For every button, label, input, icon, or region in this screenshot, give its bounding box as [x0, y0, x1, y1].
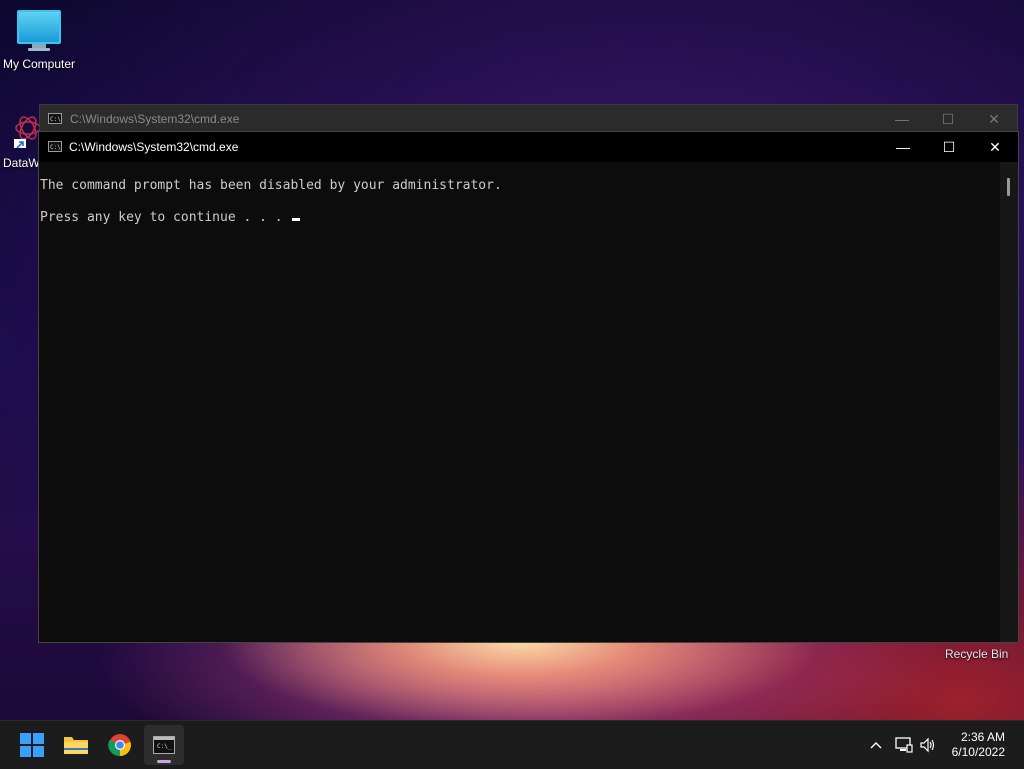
volume-button[interactable]: [916, 721, 940, 769]
cmd-icon: C:\_: [153, 736, 175, 754]
dataw-app-icon: [14, 116, 41, 151]
text-cursor: [292, 218, 301, 221]
file-explorer-button[interactable]: [56, 725, 96, 765]
speaker-icon: [920, 737, 935, 753]
active-indicator: [157, 760, 171, 763]
window-title: C:\Windows\System32\cmd.exe: [70, 112, 240, 126]
cmd-taskbar-button[interactable]: C:\_: [144, 725, 184, 765]
network-button[interactable]: [892, 721, 916, 769]
windows-logo-icon: [20, 733, 44, 757]
taskbar: C:\_ 2:36 AM 6/10/2022: [0, 720, 1024, 769]
cmd-icon: C:\: [48, 141, 62, 152]
console-output[interactable]: The command prompt has been disabled by …: [39, 162, 1000, 642]
window-title: C:\Windows\System32\cmd.exe: [69, 140, 239, 154]
close-button[interactable]: ✕: [972, 133, 1018, 161]
chevron-up-icon: [870, 742, 882, 749]
minimize-button[interactable]: —: [880, 133, 926, 161]
show-hidden-icons-button[interactable]: [864, 721, 888, 769]
chrome-button[interactable]: [100, 725, 140, 765]
desktop-icon-my-computer[interactable]: My Computer: [0, 10, 78, 71]
network-icon: [895, 737, 913, 753]
cmd-window-background[interactable]: C:\ C:\Windows\System32\cmd.exe — ☐ ✕: [39, 104, 1018, 134]
start-button[interactable]: [12, 725, 52, 765]
cmd-window[interactable]: C:\ C:\Windows\System32\cmd.exe — ☐ ✕ Th…: [38, 131, 1019, 643]
desktop-icon-label: My Computer: [2, 57, 76, 71]
cmd-icon: C:\: [48, 113, 62, 124]
console-line: Press any key to continue . . .: [40, 210, 301, 225]
scrollbar-thumb[interactable]: [1007, 178, 1010, 196]
title-bar[interactable]: C:\ C:\Windows\System32\cmd.exe — ☐ ✕: [39, 132, 1018, 162]
monitor-icon: [0, 10, 78, 51]
recycle-bin-label[interactable]: Recycle Bin: [945, 647, 1008, 661]
clock[interactable]: 2:36 AM 6/10/2022: [952, 730, 1005, 760]
desktop-icon-dataw[interactable]: DataW: [0, 108, 41, 170]
close-button[interactable]: ✕: [971, 105, 1017, 133]
maximize-button[interactable]: ☐: [925, 105, 971, 133]
maximize-button[interactable]: ☐: [926, 133, 972, 161]
chrome-icon: [108, 734, 131, 757]
clock-time: 2:36 AM: [960, 730, 1005, 744]
folder-icon: [64, 737, 88, 754]
clock-date: 6/10/2022: [951, 745, 1005, 759]
minimize-button[interactable]: —: [879, 105, 925, 133]
desktop-icon-label: DataW: [3, 156, 40, 170]
vertical-scrollbar[interactable]: [1000, 162, 1018, 642]
console-line: The command prompt has been disabled by …: [40, 178, 502, 193]
